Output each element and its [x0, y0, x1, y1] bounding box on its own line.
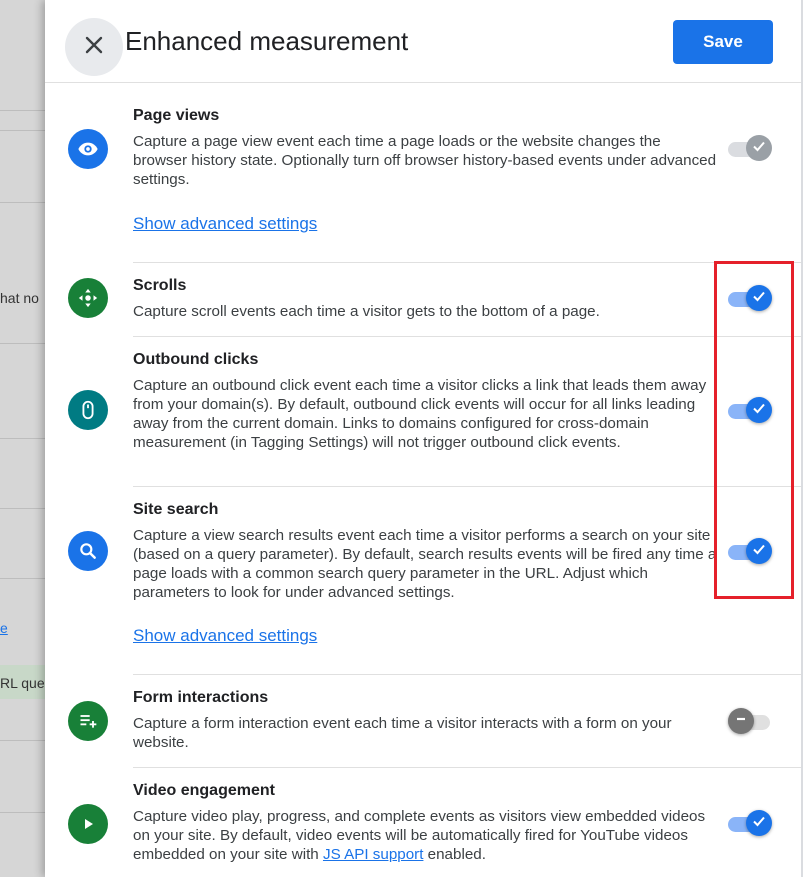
section-description: Capture an outbound click event each tim… — [133, 377, 707, 451]
show-advanced-settings-link[interactable]: Show advanced settings — [133, 626, 317, 646]
minus-icon — [734, 712, 748, 731]
close-icon — [84, 35, 104, 60]
background-divider — [0, 130, 45, 131]
description-text: enabled. — [423, 846, 486, 863]
section-description: Capture a form interaction event each ti… — [133, 715, 672, 751]
background-divider — [0, 812, 45, 813]
play-icon — [68, 804, 108, 844]
form-interactions-toggle[interactable] — [728, 708, 772, 736]
check-icon — [752, 139, 766, 158]
background-link[interactable]: e — [0, 620, 8, 636]
background-chip-text: RL quer — [0, 675, 50, 691]
page-views-toggle[interactable] — [728, 135, 772, 163]
panel-title: Enhanced measurement — [125, 26, 409, 56]
section-divider — [133, 767, 801, 768]
toggle-knob — [728, 708, 754, 734]
eye-icon — [68, 129, 108, 169]
background-divider — [0, 578, 45, 579]
background-text: hat no — [0, 290, 39, 306]
toggle-knob — [746, 810, 772, 836]
video-engagement-toggle[interactable] — [728, 810, 772, 838]
save-button[interactable]: Save — [673, 20, 773, 64]
background-divider — [0, 343, 45, 344]
show-advanced-settings-link[interactable]: Show advanced settings — [133, 214, 317, 234]
background-divider — [0, 508, 45, 509]
section-title: Site search — [133, 501, 219, 518]
section-divider — [133, 262, 801, 263]
section-description: Capture video play, progress, and comple… — [133, 807, 718, 864]
section-title: Scrolls — [133, 277, 187, 294]
js-api-support-link[interactable]: JS API support — [323, 846, 423, 863]
toggle-knob — [746, 135, 772, 161]
background-chip: RL quer — [0, 665, 49, 699]
form-add-icon — [68, 701, 108, 741]
section-title: Outbound clicks — [133, 351, 259, 368]
background-divider — [0, 110, 45, 111]
section-description: Capture scroll events each time a visito… — [133, 303, 600, 320]
section-divider — [133, 674, 801, 675]
check-icon — [752, 814, 766, 833]
section-divider — [133, 336, 801, 337]
highlight-annotation-box — [714, 261, 794, 599]
section-title: Video engagement — [133, 782, 275, 799]
panel-header: Enhanced measurement Save — [45, 0, 801, 83]
search-icon — [68, 531, 108, 571]
background-divider — [0, 438, 45, 439]
section-title: Page views — [133, 107, 220, 124]
background-divider — [0, 740, 45, 741]
mouse-icon — [68, 390, 108, 430]
enhanced-measurement-panel: Enhanced measurement Save Page views Cap… — [45, 0, 803, 877]
background-divider — [0, 202, 45, 203]
section-title: Form interactions — [133, 689, 269, 706]
section-description: Capture a view search results event each… — [133, 527, 717, 601]
section-description: Capture a page view event each time a pa… — [133, 133, 717, 188]
close-button[interactable] — [65, 18, 123, 76]
scroll-icon — [68, 278, 108, 318]
section-divider — [133, 486, 801, 487]
